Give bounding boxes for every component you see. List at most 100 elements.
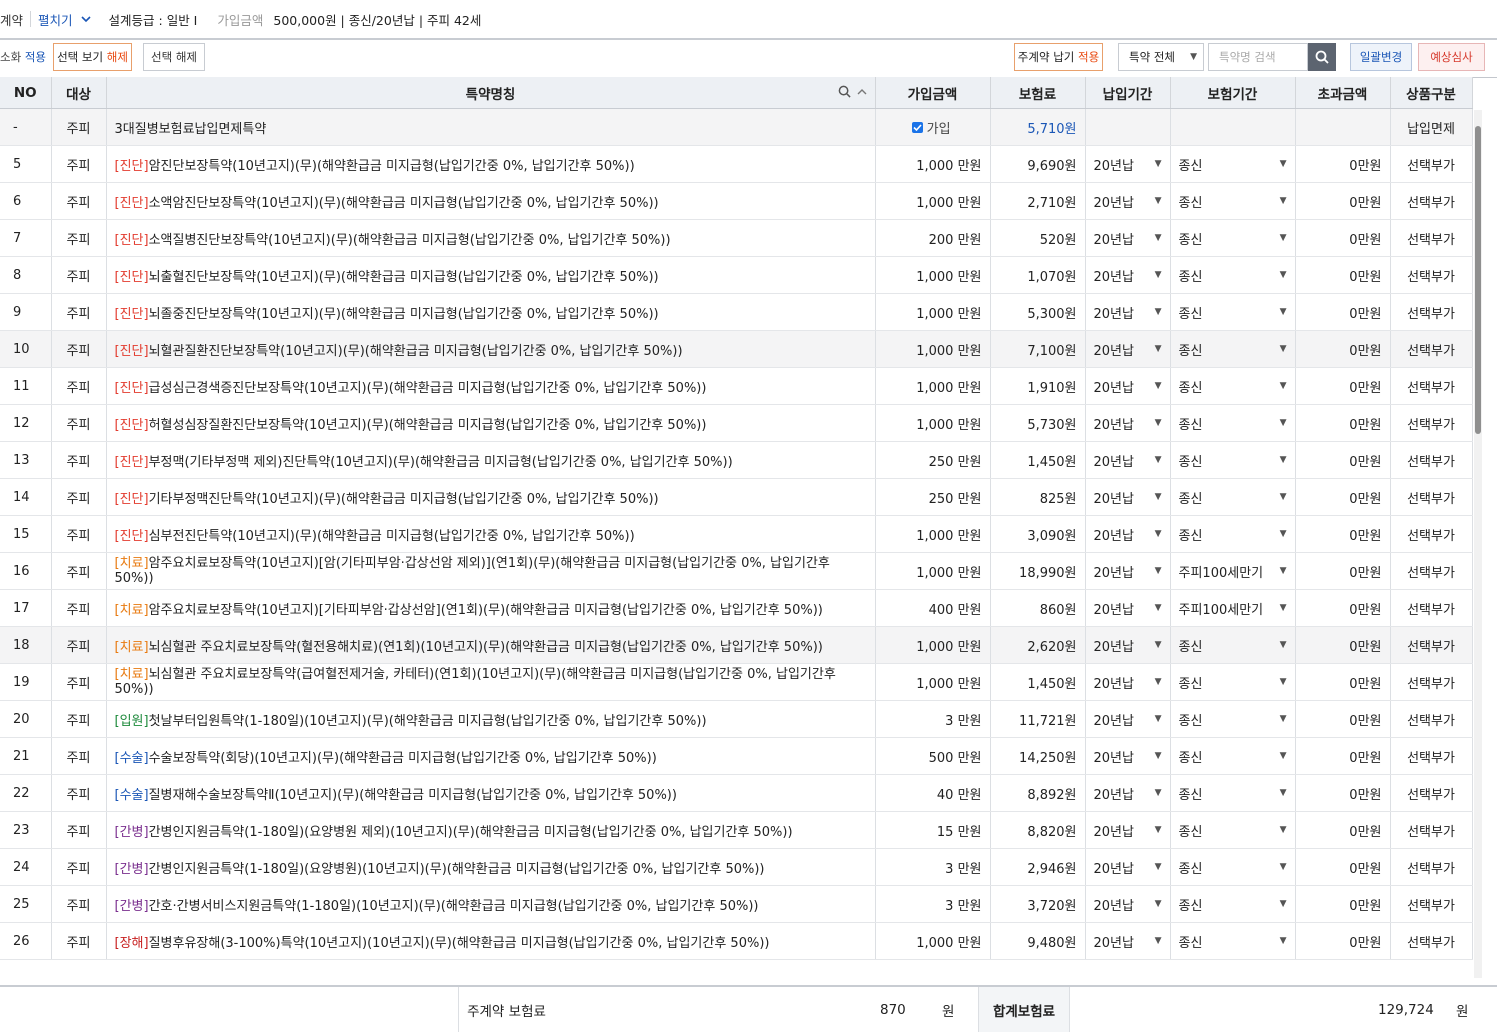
term-select[interactable]: 종신 ▼	[1170, 700, 1296, 738]
rider-search-input[interactable]: 특약명 검색	[1208, 43, 1308, 71]
row-amount[interactable]: 3 만원	[875, 885, 991, 923]
table-row[interactable]: 24 주피 [간병]간병인지원금특약(1-180일)(요양병원)(10년고지)(무)…	[0, 848, 1473, 886]
term-select[interactable]: 종신 ▼	[1170, 441, 1296, 479]
col-excess[interactable]: 초과금액	[1295, 77, 1391, 109]
row-amount[interactable]: 40 만원	[875, 774, 991, 812]
pay-period-select[interactable]: 20년납 ▼	[1085, 182, 1171, 220]
pay-period-dropdown[interactable]: 20년납 ▼	[1094, 932, 1162, 951]
term-select[interactable]: 종신 ▼	[1170, 330, 1296, 368]
term-dropdown[interactable]: 종신 ▼	[1179, 229, 1287, 248]
pay-period-dropdown[interactable]: 20년납 ▼	[1094, 266, 1162, 285]
term-select[interactable]: 종신 ▼	[1170, 515, 1296, 553]
table-row[interactable]: 18 주피 [치료]뇌심혈관 주요치료보장특약(혈전용해치료)(연1회)(10년고지…	[0, 626, 1473, 664]
term-select[interactable]: 종신 ▼	[1170, 182, 1296, 220]
search-button[interactable]	[1308, 43, 1336, 71]
col-rider-name[interactable]: 특약명칭	[106, 77, 876, 109]
pay-period-select[interactable]: 20년납 ▼	[1085, 219, 1171, 257]
term-dropdown[interactable]: 종신 ▼	[1179, 266, 1287, 285]
table-row[interactable]: 25 주피 [간병]간호·간병서비스지원금특약(1-180일)(10년고지)(무)(…	[0, 885, 1473, 923]
pay-period-select[interactable]: 20년납 ▼	[1085, 737, 1171, 775]
sort-up-icon[interactable]	[857, 88, 867, 95]
pay-period-dropdown[interactable]: 20년납 ▼	[1094, 562, 1162, 581]
term-dropdown[interactable]: 종신 ▼	[1179, 821, 1287, 840]
table-row[interactable]: 7 주피 [진단]소액질병진단보장특약(10년고지)(무)(해약환급금 미지급형(납…	[0, 219, 1473, 257]
pay-period-select[interactable]: 20년납 ▼	[1085, 922, 1171, 960]
table-row[interactable]: 6 주피 [진단]소액암진단보장특약(10년고지)(무)(해약환급금 미지급형(납입…	[0, 182, 1473, 220]
term-dropdown[interactable]: 종신 ▼	[1179, 488, 1287, 507]
table-row[interactable]: 11 주피 [진단]급성심근경색증진단보장특약(10년고지)(무)(해약환급금 미지…	[0, 367, 1473, 405]
row-amount[interactable]: 500 만원	[875, 737, 991, 775]
pay-period-select[interactable]: 20년납 ▼	[1085, 552, 1171, 590]
row-amount[interactable]: 250 만원	[875, 441, 991, 479]
bulk-change-button[interactable]: 일괄변경	[1350, 43, 1412, 71]
row-amount[interactable]: 1,000 만원	[875, 626, 991, 664]
table-row[interactable]: 16 주피 [치료]암주요치료보장특약(10년고지)[암(기타피부암·갑상선암 제외…	[0, 552, 1473, 590]
term-dropdown[interactable]: 종신 ▼	[1179, 414, 1287, 433]
checkbox-checked-icon[interactable]	[911, 121, 923, 133]
table-row[interactable]: 15 주피 [진단]심부전진단특약(10년고지)(무)(해약환급금 미지급형(납입기…	[0, 515, 1473, 553]
row-amount[interactable]: 1,000 만원	[875, 515, 991, 553]
pay-period-select[interactable]: 20년납 ▼	[1085, 478, 1171, 516]
expected-review-button[interactable]: 예상심사	[1418, 43, 1485, 71]
row-amount[interactable]: 400 만원	[875, 589, 991, 627]
table-row[interactable]: 8 주피 [진단]뇌출혈진단보장특약(10년고지)(무)(해약환급금 미지급형(납입…	[0, 256, 1473, 294]
pay-period-dropdown[interactable]: 20년납 ▼	[1094, 895, 1162, 914]
col-kind[interactable]: 상품구분	[1390, 77, 1473, 109]
term-select[interactable]: 종신 ▼	[1170, 219, 1296, 257]
row-amount[interactable]: 1,000 만원	[875, 293, 991, 331]
pay-period-dropdown[interactable]: 20년납 ▼	[1094, 636, 1162, 655]
pay-period-dropdown[interactable]: 20년납 ▼	[1094, 747, 1162, 766]
table-row[interactable]: 10 주피 [진단]뇌혈관질환진단보장특약(10년고지)(무)(해약환급금 미지급형…	[0, 330, 1473, 368]
term-select[interactable]: 종신 ▼	[1170, 626, 1296, 664]
term-dropdown[interactable]: 종신 ▼	[1179, 784, 1287, 803]
table-row[interactable]: 26 주피 [장해]질병후유장해(3-100%)특약(10년고지)(10년고지)(무…	[0, 922, 1473, 960]
pay-period-dropdown[interactable]: 20년납 ▼	[1094, 192, 1162, 211]
row-amount[interactable]: 1,000 만원	[875, 663, 991, 701]
col-no[interactable]: NO	[0, 77, 52, 109]
pay-period-select[interactable]: 20년납 ▼	[1085, 293, 1171, 331]
row-amount[interactable]: 1,000 만원	[875, 182, 991, 220]
term-dropdown[interactable]: 종신 ▼	[1179, 932, 1287, 951]
pay-period-select[interactable]: 20년납 ▼	[1085, 700, 1171, 738]
pay-period-dropdown[interactable]: 20년납 ▼	[1094, 488, 1162, 507]
pay-period-select[interactable]: 20년납 ▼	[1085, 885, 1171, 923]
scrollbar-thumb[interactable]	[1475, 126, 1481, 434]
pay-period-dropdown[interactable]: 20년납 ▼	[1094, 784, 1162, 803]
term-dropdown[interactable]: 종신 ▼	[1179, 451, 1287, 470]
rider-filter-select[interactable]: 특약 전체 ▼	[1118, 43, 1204, 71]
term-select[interactable]: 종신 ▼	[1170, 885, 1296, 923]
pay-period-select[interactable]: 20년납 ▼	[1085, 848, 1171, 886]
col-term[interactable]: 보험기간	[1170, 77, 1296, 109]
clear-selection-button[interactable]: 선택 해제	[143, 43, 205, 71]
table-row[interactable]: 23 주피 [간병]간병인지원금특약(1-180일)(요양병원 제외)(10년고지)…	[0, 811, 1473, 849]
term-dropdown[interactable]: 주피100세만기 ▼	[1179, 562, 1287, 581]
term-select[interactable]: 종신 ▼	[1170, 293, 1296, 331]
pay-period-select[interactable]: 20년납 ▼	[1085, 367, 1171, 405]
term-dropdown[interactable]: 종신 ▼	[1179, 858, 1287, 877]
row-amount[interactable]: 1,000 만원	[875, 404, 991, 442]
term-dropdown[interactable]: 종신 ▼	[1179, 155, 1287, 174]
table-row[interactable]: 12 주피 [진단]허혈성심장질환진단보장특약(10년고지)(무)(해약환급금 미지…	[0, 404, 1473, 442]
table-row[interactable]: 14 주피 [진단]기타부정맥진단특약(10년고지)(무)(해약환급금 미지급형(납…	[0, 478, 1473, 516]
row-amount[interactable]: 1,000 만원	[875, 367, 991, 405]
row-amount[interactable]: 15 만원	[875, 811, 991, 849]
join-checkbox-cell[interactable]: 가입	[875, 108, 991, 146]
term-select[interactable]: 주피100세만기 ▼	[1170, 589, 1296, 627]
term-select[interactable]: 종신 ▼	[1170, 811, 1296, 849]
pay-period-select[interactable]: 20년납 ▼	[1085, 589, 1171, 627]
col-premium[interactable]: 보험료	[990, 77, 1086, 109]
term-select[interactable]: 종신 ▼	[1170, 367, 1296, 405]
term-select[interactable]: 종신 ▼	[1170, 145, 1296, 183]
row-amount[interactable]: 1,000 만원	[875, 256, 991, 294]
term-dropdown[interactable]: 종신 ▼	[1179, 303, 1287, 322]
term-select[interactable]: 종신 ▼	[1170, 404, 1296, 442]
pay-period-select[interactable]: 20년납 ▼	[1085, 404, 1171, 442]
row-amount[interactable]: 3 만원	[875, 848, 991, 886]
table-row[interactable]: 20 주피 [입원]첫날부터입원특약(1-180일)(10년고지)(무)(해약환급금…	[0, 700, 1473, 738]
row-amount[interactable]: 200 만원	[875, 219, 991, 257]
table-row[interactable]: 22 주피 [수술]질병재해수술보장특약Ⅱ(10년고지)(무)(해약환급금 미지급형…	[0, 774, 1473, 812]
term-dropdown[interactable]: 종신 ▼	[1179, 377, 1287, 396]
row-amount[interactable]: 1,000 만원	[875, 922, 991, 960]
table-row[interactable]: 19 주피 [치료]뇌심혈관 주요치료보장특약(급여혈전제거술, 카테터)(연1회)…	[0, 663, 1473, 701]
pay-period-dropdown[interactable]: 20년납 ▼	[1094, 414, 1162, 433]
